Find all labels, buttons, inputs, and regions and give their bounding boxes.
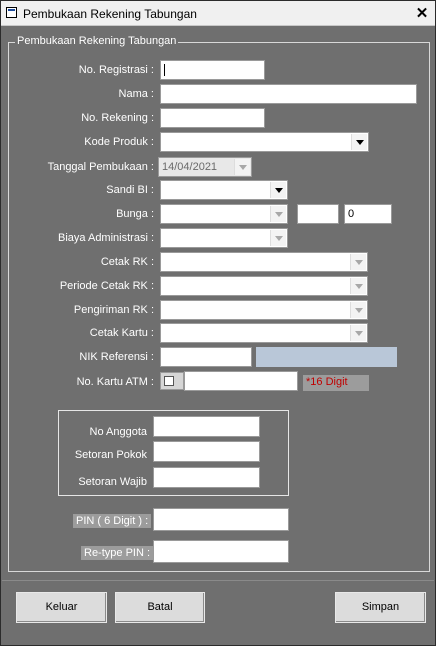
footer-divider [2,580,434,581]
periode-cetak-rk-select[interactable] [160,276,368,296]
pin-input[interactable] [153,508,289,531]
setoran-wajib-label: Setoran Wajib [78,476,147,488]
nama-label: Nama : [118,88,154,100]
window-title: Pembukaan Rekening Tabungan [23,7,197,21]
nik-referensi-label: NIK Referensi : [79,351,154,363]
retype-pin-input[interactable] [153,540,289,563]
cetak-kartu-select[interactable] [160,323,368,343]
pengiriman-rk-label: Pengiriman RK : [73,304,154,316]
chevron-down-icon[interactable] [270,230,286,246]
nik-referensi-name-display [256,347,397,367]
biaya-administrasi-label: Biaya Administrasi : [58,232,154,244]
no-kartu-atm-input[interactable] [184,371,298,391]
nama-input[interactable] [160,84,417,104]
cetak-kartu-label: Cetak Kartu : [89,327,154,339]
sandi-bi-select[interactable] [160,180,288,200]
sandi-bi-label: Sandi BI : [106,184,154,196]
nik-referensi-input[interactable] [160,347,252,367]
bunga-select[interactable] [160,204,288,224]
kode-produk-label: Kode Produk : [84,136,154,148]
chevron-down-icon[interactable] [350,254,366,270]
no-kartu-atm-label: No. Kartu ATM : [76,376,154,388]
no-kartu-atm-checkbox[interactable] [160,372,184,390]
bunga-value-input[interactable]: 0 [344,204,392,224]
form-window: Pembukaan Rekening Tabungan ✕ Pembukaan … [0,0,436,646]
window-app-icon [6,7,17,18]
checkbox-icon[interactable] [164,376,174,386]
no-kartu-atm-hint: *16 Digit [303,375,369,391]
title-bar: Pembukaan Rekening Tabungan ✕ [1,1,435,26]
chevron-down-icon[interactable] [350,302,366,318]
tanggal-pembukaan-value: 14/04/2021 [162,161,218,173]
bunga-rate-input[interactable] [297,204,339,224]
chevron-down-icon[interactable] [350,278,366,294]
setoran-wajib-input[interactable] [153,467,260,488]
no-registrasi-label: No. Registrasi : [78,64,154,76]
kode-produk-select[interactable] [160,132,369,152]
group-legend: Pembukaan Rekening Tabungan [15,35,179,47]
bunga-label: Bunga : [116,208,154,220]
no-anggota-input[interactable] [153,416,260,437]
no-registrasi-input[interactable] [160,60,265,80]
keluar-button[interactable]: Keluar [16,592,107,623]
pengiriman-rk-select[interactable] [160,300,368,320]
retype-pin-label: Re-type PIN : [81,546,154,560]
batal-button[interactable]: Batal [115,592,205,623]
chevron-down-icon[interactable] [270,182,286,198]
no-rekening-label: No. Rekening : [81,112,154,124]
chevron-down-icon[interactable] [270,206,286,222]
setoran-pokok-label: Setoran Pokok [74,449,147,461]
periode-cetak-rk-label: Periode Cetak RK : [59,280,154,292]
no-anggota-label: No Anggota [89,426,148,438]
no-rekening-input[interactable] [160,108,265,128]
tanggal-pembukaan-datepicker[interactable]: 14/04/2021 [158,157,252,177]
cetak-rk-label: Cetak RK : [100,256,154,268]
chevron-down-icon[interactable] [351,134,367,150]
close-icon[interactable]: ✕ [413,5,431,22]
cetak-rk-select[interactable] [160,252,368,272]
tanggal-pembukaan-label: Tanggal Pembukaan : [47,161,154,173]
chevron-down-icon[interactable] [350,325,366,341]
simpan-button[interactable]: Simpan [335,592,426,623]
chevron-down-icon[interactable] [234,159,250,175]
pin-label: PIN ( 6 Digit ) : [73,514,152,528]
biaya-administrasi-select[interactable] [160,228,288,248]
setoran-pokok-input[interactable] [153,441,260,462]
